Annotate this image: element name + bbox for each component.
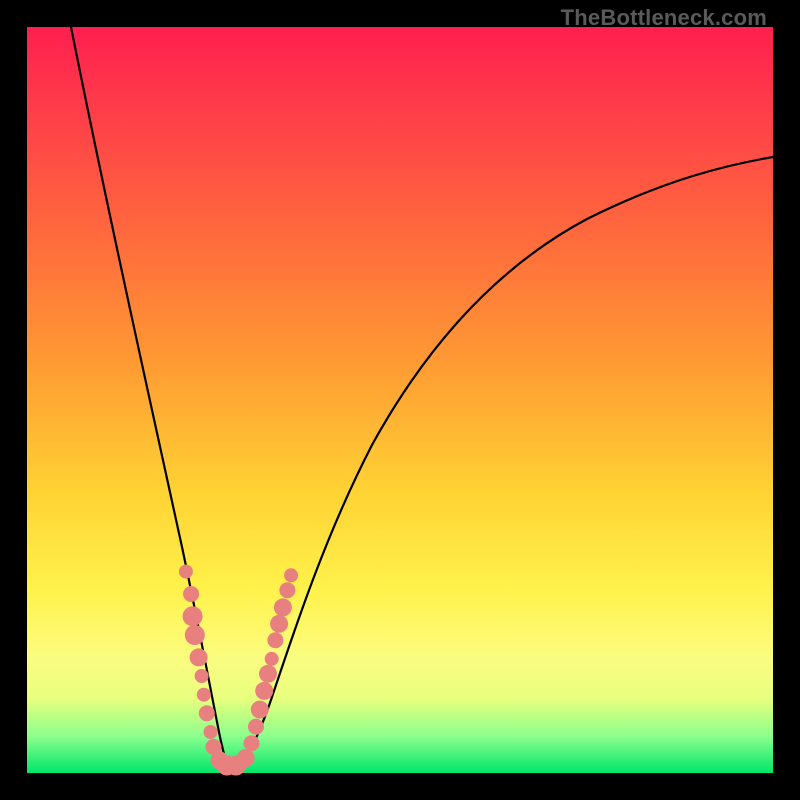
bead-marker (204, 725, 218, 739)
curve-right-branch (230, 157, 773, 771)
bead-marker (195, 669, 209, 683)
bead-marker (265, 652, 279, 666)
bead-marker (274, 598, 292, 616)
bead-marker (255, 682, 273, 700)
bead-marker (183, 606, 203, 626)
bead-marker (190, 648, 208, 666)
bead-marker (259, 665, 277, 683)
bead-marker (237, 749, 255, 767)
chart-frame: TheBottleneck.com (0, 0, 800, 800)
bead-marker (179, 565, 193, 579)
bead-marker (279, 582, 295, 598)
bead-marker (267, 632, 283, 648)
curve-layer (27, 27, 773, 773)
bead-marker (197, 688, 211, 702)
bead-marker (183, 586, 199, 602)
bead-marker (199, 705, 215, 721)
bead-marker (248, 719, 264, 735)
bead-marker (244, 735, 260, 751)
bead-marker (270, 615, 288, 633)
bead-marker (185, 625, 205, 645)
bead-marker (284, 568, 298, 582)
bead-marker (251, 701, 269, 719)
